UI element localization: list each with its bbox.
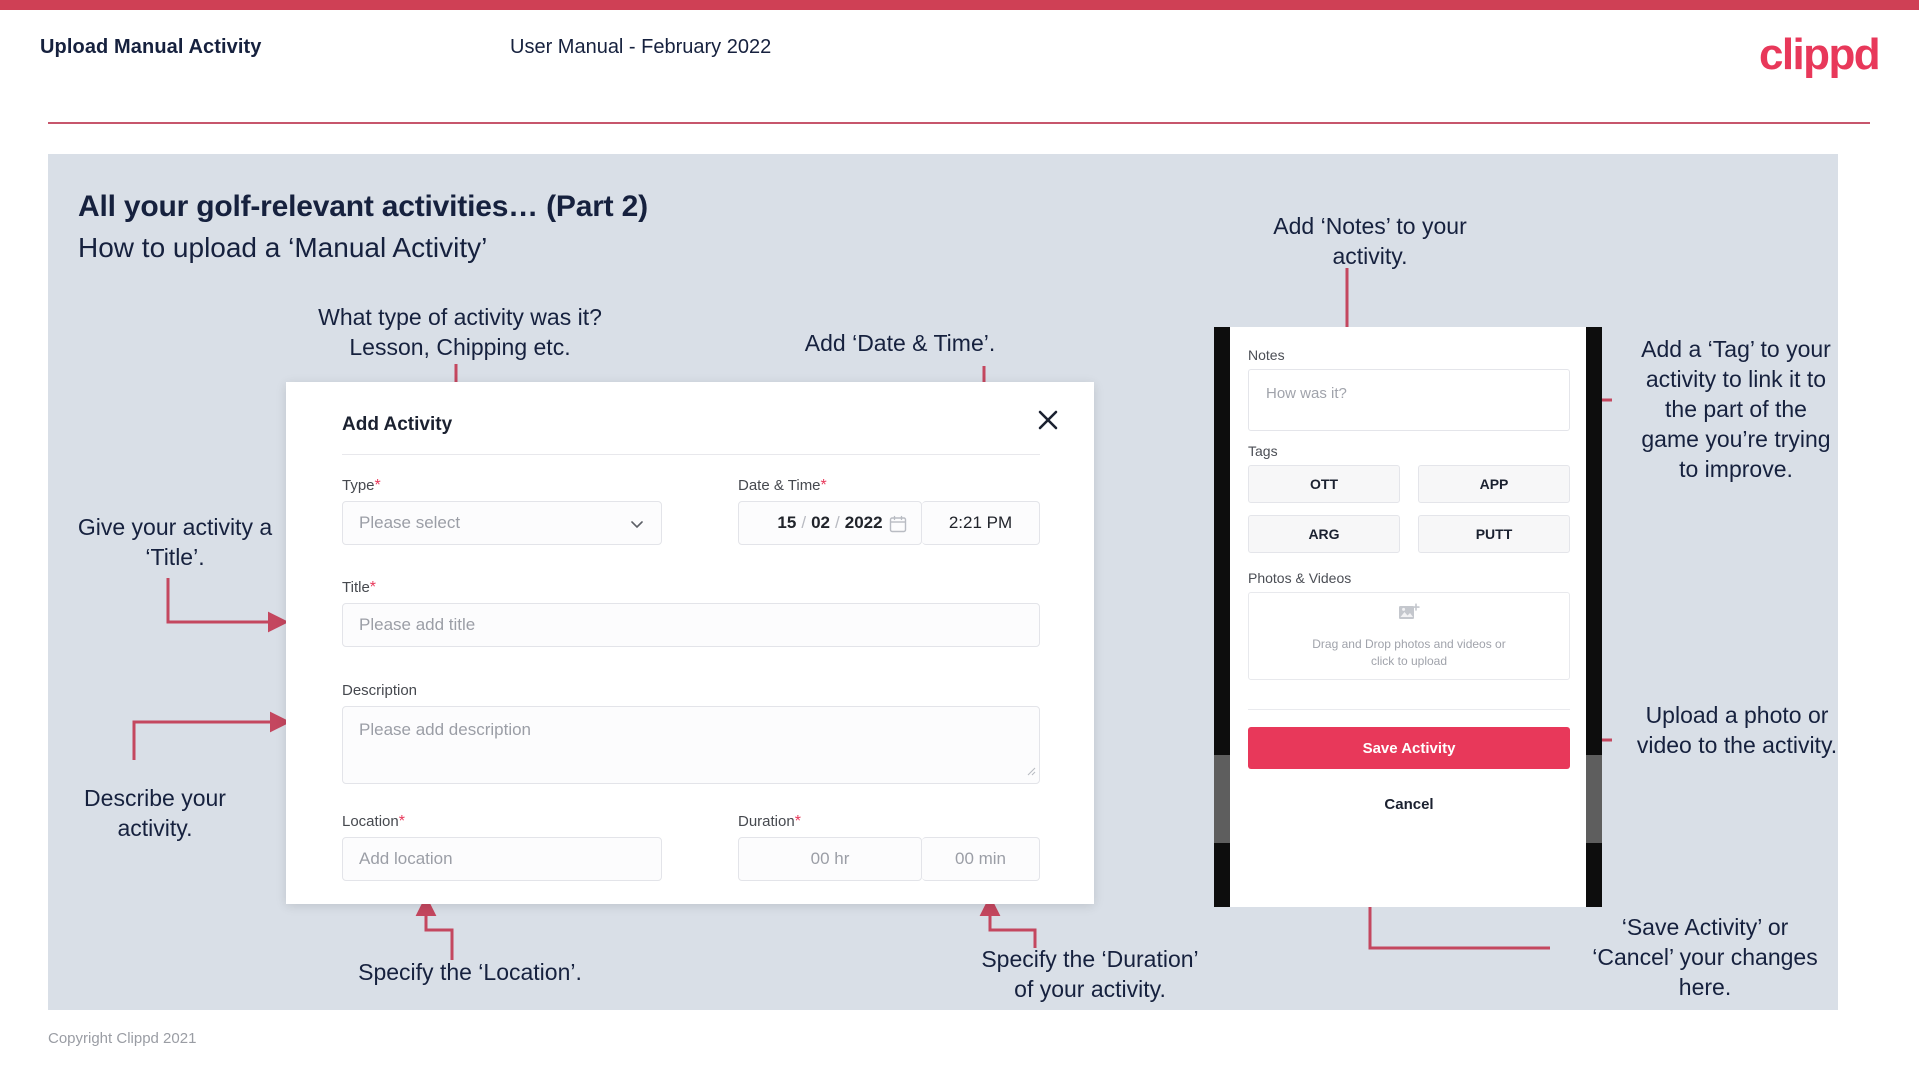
slide-title: All your golf-relevant activities… (Part… — [78, 190, 648, 223]
date-sep: / — [801, 513, 807, 532]
resize-handle-icon[interactable] — [1026, 763, 1036, 781]
date-day: 15 — [777, 513, 797, 532]
annotation-type: What type of activity was it? Lesson, Ch… — [318, 304, 602, 360]
add-image-icon — [1398, 602, 1420, 628]
date-month: 02 — [811, 513, 830, 532]
dropzone-text-line1: Drag and Drop photos and videos or — [1312, 636, 1506, 651]
time-input[interactable]: 2:21 PM — [922, 501, 1040, 545]
duration-hours-placeholder: 00 hr — [810, 849, 850, 868]
description-textarea[interactable]: Please add description — [342, 706, 1040, 784]
slide-subtitle: How to upload a ‘Manual Activity’ — [78, 232, 488, 263]
location-placeholder: Add location — [359, 849, 453, 868]
duration-label: Duration* — [738, 813, 801, 830]
tag-ott[interactable]: OTT — [1248, 465, 1400, 503]
time-value: 2:21 PM — [948, 513, 1013, 532]
phone-volume-button-left — [1214, 755, 1230, 843]
title-placeholder: Please add title — [359, 615, 476, 634]
annotation-description: Describe your activity. — [84, 785, 226, 841]
document-subtitle: User Manual - February 2022 — [510, 36, 772, 58]
top-accent-bar — [0, 0, 1919, 10]
description-label: Description — [342, 682, 418, 699]
annotation-location: Specify the ‘Location’. — [358, 959, 582, 985]
annotation-title: Give your activity a ‘Title’. — [77, 514, 273, 570]
required-asterisk: * — [374, 477, 381, 494]
page-title: Upload Manual Activity — [40, 36, 262, 58]
duration-minutes-input[interactable]: 00 min — [922, 837, 1040, 881]
date-input[interactable]: 15 / 02 / 2022 — [738, 501, 922, 545]
location-input[interactable]: Add location — [342, 837, 662, 881]
annotation-datetime: Add ‘Date & Time’. — [804, 330, 996, 356]
phone-power-button-right — [1586, 755, 1602, 843]
annotation-duration: Specify the ‘Duration’ of your activity. — [981, 946, 1199, 1002]
required-asterisk: * — [369, 579, 377, 596]
datetime-label: Date & Time* — [738, 477, 827, 494]
annotation-upload: Upload a photo or video to the activity. — [1636, 702, 1838, 758]
save-activity-button[interactable]: Save Activity — [1248, 727, 1570, 769]
photos-videos-label: Photos & Videos — [1248, 570, 1352, 586]
close-icon[interactable] — [1032, 404, 1064, 436]
tag-arg[interactable]: ARG — [1248, 515, 1400, 553]
tag-app[interactable]: APP — [1418, 465, 1570, 503]
location-label: Location* — [342, 813, 405, 830]
description-placeholder: Please add description — [359, 720, 532, 739]
required-asterisk: * — [794, 813, 801, 830]
type-select[interactable]: Please select — [342, 501, 662, 545]
dialog-divider — [342, 454, 1040, 455]
phone-divider — [1248, 709, 1570, 710]
phone-screen: Notes How was it? Tags OTT APP ARG PUTT … — [1230, 327, 1586, 907]
title-label: Title* — [342, 579, 377, 596]
header-divider — [48, 122, 1870, 124]
dialog-title: Add Activity — [342, 414, 453, 435]
duration-hours-input[interactable]: 00 hr — [738, 837, 922, 881]
duration-minutes-placeholder: 00 min — [954, 849, 1007, 868]
notes-placeholder: How was it? — [1266, 385, 1347, 402]
required-asterisk: * — [398, 813, 405, 830]
photo-dropzone[interactable]: Drag and Drop photos and videos or click… — [1248, 592, 1570, 680]
dropzone-text-line2: click to upload — [1370, 653, 1448, 668]
tag-putt[interactable]: PUTT — [1418, 515, 1570, 553]
chevron-down-icon — [629, 516, 645, 537]
cancel-button[interactable]: Cancel — [1248, 787, 1570, 821]
annotation-tag: Add a ‘Tag’ to your activity to link it … — [1641, 336, 1831, 482]
date-sep: / — [835, 513, 840, 532]
footer-copyright: Copyright Clippd 2021 — [48, 1030, 197, 1047]
type-label: Type* — [342, 477, 381, 494]
notes-label: Notes — [1248, 347, 1285, 363]
required-asterisk: * — [820, 477, 827, 494]
add-activity-dialog: Add Activity Type* Please select Date & … — [286, 382, 1094, 904]
date-year: 2022 — [844, 513, 883, 532]
calendar-icon[interactable] — [889, 515, 907, 538]
annotation-notes: Add ‘Notes’ to your activity. — [1273, 213, 1467, 269]
annotation-save-cancel: ‘Save Activity’ or ‘Cancel’ your changes… — [1592, 914, 1818, 1000]
type-placeholder: Please select — [359, 513, 461, 532]
title-input[interactable]: Please add title — [342, 603, 1040, 647]
clippd-logo: clippd — [1759, 30, 1881, 79]
tags-label: Tags — [1248, 443, 1278, 459]
